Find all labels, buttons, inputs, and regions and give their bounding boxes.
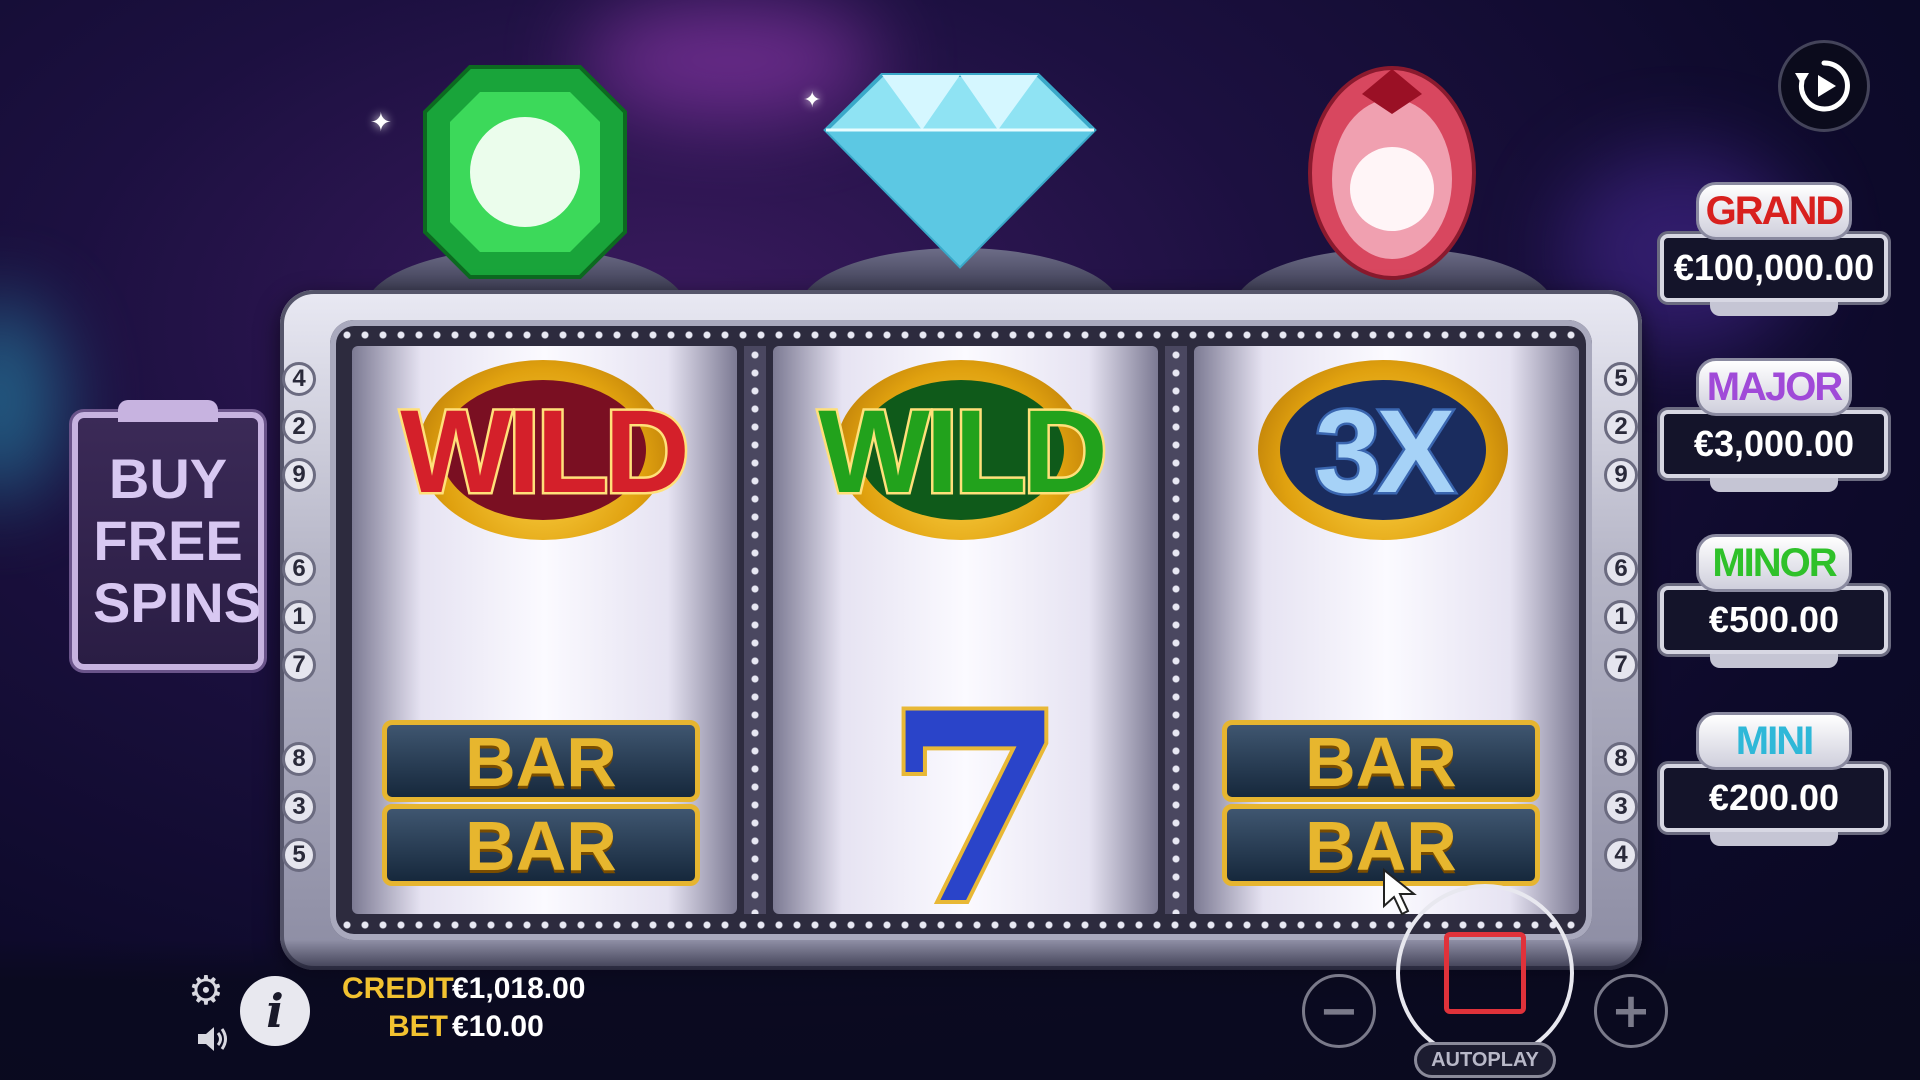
slot-machine: WILD WILD 3X BAR BAR 7 BAR BAR xyxy=(280,290,1642,970)
cursor-icon xyxy=(1383,868,1417,916)
jackpot-grand-title: GRAND xyxy=(1696,182,1852,240)
bar-symbol: BAR xyxy=(382,804,700,886)
jackpot-minor-value: €500.00 xyxy=(1660,586,1888,654)
payline-number-right: 7 xyxy=(1604,648,1638,682)
reel-divider xyxy=(744,346,766,914)
seven-symbol: 7 xyxy=(881,657,1070,962)
ornament xyxy=(1710,302,1838,316)
payline-number-left: 5 xyxy=(282,838,316,872)
payline-number-right: 5 xyxy=(1604,362,1638,396)
wild-symbol: WILD xyxy=(796,350,1126,550)
credit-label: CREDIT xyxy=(342,972,454,1005)
ornament xyxy=(1710,654,1838,668)
buy-free-spins-button[interactable]: BUY FREE SPINS xyxy=(72,400,264,670)
jackpot-mini: MINI €200.00 xyxy=(1660,712,1888,846)
reel-divider xyxy=(1165,346,1187,914)
payline-number-right: 4 xyxy=(1604,838,1638,872)
increase-bet-button[interactable]: + xyxy=(1594,974,1668,1048)
jackpot-minor-title: MINOR xyxy=(1696,534,1852,592)
bet-value: €10.00 xyxy=(452,1010,544,1043)
bet-label: BET xyxy=(388,1010,448,1043)
replay-icon xyxy=(1795,60,1850,112)
bar-symbol: BAR xyxy=(382,720,700,802)
emerald-gem-icon xyxy=(423,65,627,279)
bar-symbol: BAR xyxy=(1222,720,1540,802)
jackpot-grand: GRAND €100,000.00 xyxy=(1660,182,1888,316)
sound-icon[interactable] xyxy=(196,1024,230,1054)
payline-number-right: 3 xyxy=(1604,790,1638,824)
payline-number-left: 1 xyxy=(282,600,316,634)
multiplier-symbol: 3X xyxy=(1218,350,1548,550)
light-bulbs xyxy=(338,330,1584,340)
payline-number-left: 7 xyxy=(282,648,316,682)
jackpot-minor: MINOR €500.00 xyxy=(1660,534,1888,668)
sparkle-icon: ✦ xyxy=(370,108,392,138)
jackpot-mini-title: MINI xyxy=(1696,712,1852,770)
reel-window: WILD WILD 3X BAR BAR 7 BAR BAR xyxy=(330,320,1592,962)
payline-number-right: 9 xyxy=(1604,458,1638,492)
decrease-bet-button[interactable]: − xyxy=(1302,974,1376,1048)
sparkle-icon: ✦ xyxy=(803,88,822,113)
payline-number-left: 2 xyxy=(282,410,316,444)
bar-symbol: BAR xyxy=(1222,804,1540,886)
payline-number-right: 8 xyxy=(1604,742,1638,776)
ornament xyxy=(1710,832,1838,846)
nebula-cloud xyxy=(0,300,60,500)
jackpot-mini-value: €200.00 xyxy=(1660,764,1888,832)
payline-number-left: 4 xyxy=(282,362,316,396)
stop-icon xyxy=(1444,932,1526,1014)
multiplier-label: 3X xyxy=(1312,384,1457,521)
jackpot-major-title: MAJOR xyxy=(1696,358,1852,416)
payline-number-right: 2 xyxy=(1604,410,1638,444)
info-button[interactable]: i xyxy=(240,976,310,1046)
autoplay-button[interactable]: AUTOPLAY xyxy=(1414,1042,1556,1078)
jackpot-major: MAJOR €3,000.00 xyxy=(1660,358,1888,492)
replay-button[interactable] xyxy=(1778,40,1870,132)
jackpot-major-value: €3,000.00 xyxy=(1660,410,1888,478)
payline-number-right: 1 xyxy=(1604,600,1638,634)
payline-number-left: 3 xyxy=(282,790,316,824)
payline-number-right: 6 xyxy=(1604,552,1638,586)
buy-free-spins-label: BUY FREE SPINS xyxy=(93,447,262,634)
payline-number-left: 9 xyxy=(282,458,316,492)
payline-number-left: 8 xyxy=(282,742,316,776)
ornament xyxy=(1710,478,1838,492)
wild-label: WILD xyxy=(816,384,1110,521)
settings-gear-icon[interactable]: ⚙ xyxy=(188,968,224,1014)
diamond-gem-icon xyxy=(823,73,1097,269)
jackpot-grand-value: €100,000.00 xyxy=(1660,234,1888,302)
wild-label: WILD xyxy=(398,384,692,521)
ornament xyxy=(118,400,218,422)
credit-value: €1,018.00 xyxy=(452,972,586,1005)
payline-number-left: 6 xyxy=(282,552,316,586)
wild-symbol: WILD xyxy=(378,350,708,550)
spin-button[interactable] xyxy=(1396,884,1574,1062)
ruby-gem-icon xyxy=(1308,66,1476,280)
